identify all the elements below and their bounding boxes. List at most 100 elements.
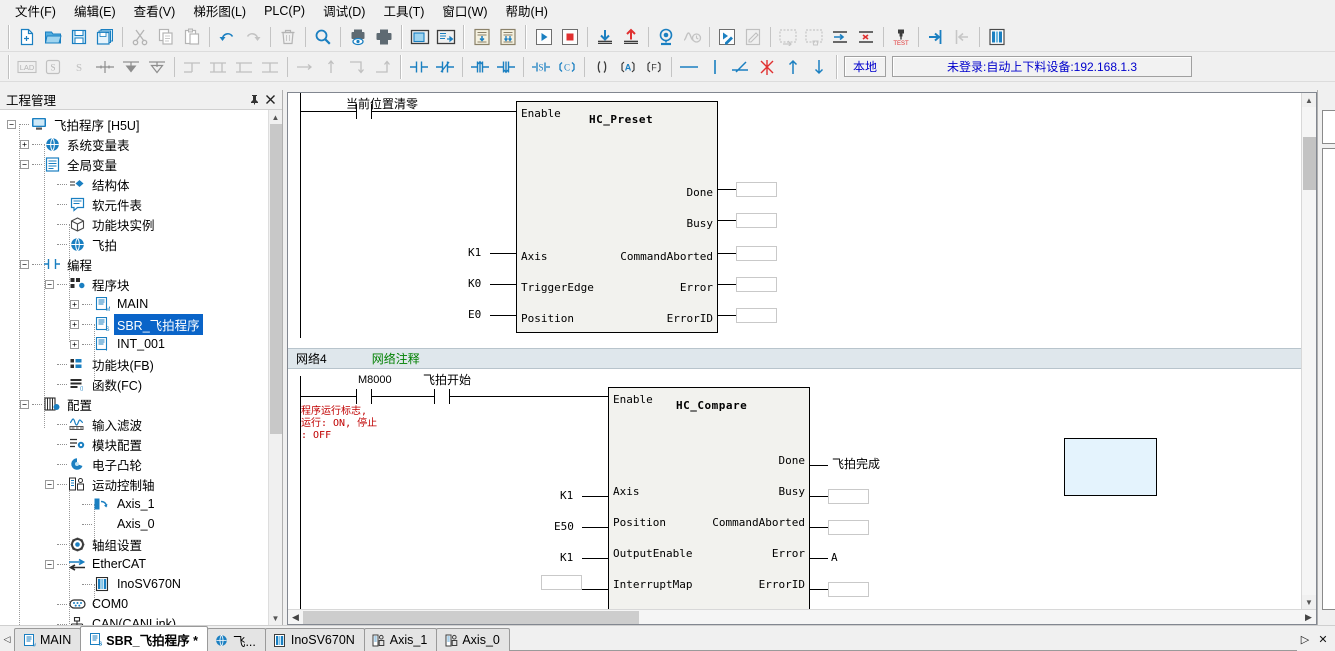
save-all-icon[interactable]	[92, 24, 118, 50]
tree-item[interactable]: + 系统变量表	[0, 134, 268, 154]
insert-row-icon[interactable]	[827, 24, 853, 50]
tree-item[interactable]: + S SBR_飞拍程序	[0, 313, 268, 335]
tab-axis-1[interactable]: Axis_1	[363, 628, 438, 651]
output-value-commandaborted[interactable]	[828, 520, 869, 535]
search-icon[interactable]	[310, 24, 336, 50]
expand-icon[interactable]: +	[70, 299, 79, 309]
tree-item[interactable]: 结构体	[0, 174, 268, 194]
arrow-up-icon[interactable]	[780, 54, 806, 80]
expand-icon[interactable]: +	[20, 139, 29, 149]
collapse-icon[interactable]: −	[20, 399, 29, 409]
input-value-axis[interactable]: K1	[560, 489, 573, 502]
tree-item[interactable]: 功能块实例	[0, 214, 268, 234]
output-value-errorid[interactable]	[828, 582, 869, 597]
instruction-a-icon[interactable]: A	[615, 54, 641, 80]
collapse-icon[interactable]: −	[45, 559, 54, 569]
collapse-icon[interactable]: −	[7, 119, 16, 129]
selection-rectangle[interactable]	[1064, 438, 1157, 496]
menu-debug[interactable]: 调试(D)	[314, 0, 374, 23]
tab-sbr-feipai[interactable]: S SBR_飞拍程序 *	[80, 626, 208, 651]
import-all-icon[interactable]	[495, 24, 521, 50]
tree-item[interactable]: + M MAIN	[0, 294, 268, 314]
scroll-right-arrow[interactable]: ▶	[1301, 610, 1316, 625]
scroll-thumb[interactable]	[1302, 137, 1316, 190]
coil-icon[interactable]	[589, 54, 615, 80]
right-docked-panel[interactable]	[1317, 90, 1335, 625]
tab-inosv670n[interactable]: InoSV670N	[264, 628, 365, 651]
input-value-position[interactable]: E0	[468, 308, 481, 321]
output-value-errorid[interactable]	[736, 308, 777, 323]
insert-network-icon[interactable]	[92, 54, 118, 80]
contact-symbol-m8000[interactable]	[356, 389, 372, 404]
tree-item[interactable]: 软元件表	[0, 194, 268, 214]
project-tree[interactable]: − 飞拍程序 [H5U] + 系统变量表 − 全局变量 结构体 软元件表 功能块实例 飞拍 − 编程 −…	[0, 110, 268, 625]
tree-item[interactable]: COM0	[0, 594, 268, 614]
menu-file[interactable]: 文件(F)	[6, 0, 65, 23]
collapse-icon[interactable]: −	[45, 279, 54, 289]
tree-item[interactable]: 模块配置	[0, 434, 268, 454]
output-value-done[interactable]: 飞拍完成	[832, 455, 880, 472]
arrow-down-icon[interactable]	[806, 54, 832, 80]
contact-nc-icon[interactable]	[432, 54, 458, 80]
tab-nav-right-icon[interactable]: ▷	[1297, 630, 1313, 648]
stop-icon[interactable]	[557, 24, 583, 50]
ladder-horizontal-scrollbar[interactable]: ◀ ▶	[288, 609, 1316, 624]
menu-plc[interactable]: PLC(P)	[255, 1, 314, 21]
connection-status-button[interactable]: 未登录:自动上下料设备:192.168.1.3	[892, 56, 1193, 77]
contact-symbol[interactable]	[356, 104, 372, 119]
scroll-up-arrow[interactable]: ▲	[268, 110, 282, 124]
device-list-icon[interactable]	[984, 24, 1010, 50]
menu-ladder[interactable]: 梯形图(L)	[184, 0, 255, 23]
network4-comment[interactable]: 网络注释	[327, 350, 420, 367]
delete-element-icon[interactable]	[754, 54, 780, 80]
scroll-thumb[interactable]	[303, 610, 639, 624]
menu-tools[interactable]: 工具(T)	[374, 0, 433, 23]
tree-item[interactable]: CAN(CANLink)	[0, 614, 268, 625]
contact-rising-icon[interactable]	[467, 54, 493, 80]
contact-no-icon[interactable]	[406, 54, 432, 80]
contact-falling-icon[interactable]	[493, 54, 519, 80]
new-file-icon[interactable]	[14, 24, 40, 50]
output-value-busy[interactable]	[736, 213, 777, 228]
input-value-position[interactable]: E50	[554, 520, 574, 533]
ladder-vertical-scrollbar[interactable]: ▲ ▼	[1301, 93, 1316, 609]
scroll-down-arrow[interactable]: ▼	[1302, 595, 1316, 609]
tree-item[interactable]: − 程序块	[0, 274, 268, 294]
upload-from-plc-icon[interactable]	[618, 24, 644, 50]
test-device-icon[interactable]: TEST	[888, 24, 914, 50]
tile-windows-icon[interactable]	[407, 24, 433, 50]
tree-item[interactable]: () 函数(FC)	[0, 374, 268, 394]
contact-name-start[interactable]: 飞拍开始	[423, 371, 471, 388]
tree-item[interactable]: − 编程	[0, 254, 268, 274]
contact-name-m8000[interactable]: M8000	[358, 374, 392, 386]
instruction-f-icon[interactable]: F	[641, 54, 667, 80]
undo-icon[interactable]	[214, 24, 240, 50]
tree-item[interactable]: − 飞拍程序 [H5U]	[0, 114, 268, 134]
set-coil-icon[interactable]: S	[528, 54, 554, 80]
tab-main[interactable]: M MAIN	[14, 628, 82, 651]
print-preview-icon[interactable]	[345, 24, 371, 50]
tree-item[interactable]: 功能块(FB)	[0, 354, 268, 374]
scroll-up-arrow[interactable]: ▲	[1302, 93, 1316, 107]
input-value-axis[interactable]: K1	[468, 246, 481, 259]
menu-window[interactable]: 窗口(W)	[433, 0, 496, 23]
contact-symbol-start[interactable]	[434, 389, 450, 404]
menu-view[interactable]: 查看(V)	[125, 0, 185, 23]
save-icon[interactable]	[66, 24, 92, 50]
move-down-filled-icon[interactable]	[118, 54, 144, 80]
right-panel-item[interactable]	[1322, 110, 1335, 144]
monitor-icon[interactable]	[653, 24, 679, 50]
hline-icon[interactable]	[676, 54, 702, 80]
collapse-icon[interactable]: −	[45, 479, 54, 489]
collapse-icon[interactable]: −	[20, 259, 29, 269]
open-file-icon[interactable]	[40, 24, 66, 50]
tree-item[interactable]: 输入滤波	[0, 414, 268, 434]
tab-nav-left-icon[interactable]: ◁	[0, 627, 14, 651]
tree-item[interactable]: − 运动控制轴	[0, 474, 268, 494]
tree-item[interactable]: Axis_0	[0, 514, 268, 534]
tree-vertical-scrollbar[interactable]: ▲ ▼	[268, 110, 282, 625]
tree-item[interactable]: 电子凸轮	[0, 454, 268, 474]
network4-header[interactable]: 网络4 网络注释	[288, 348, 1301, 369]
scroll-down-arrow[interactable]: ▼	[268, 611, 282, 625]
import-project-icon[interactable]	[469, 24, 495, 50]
